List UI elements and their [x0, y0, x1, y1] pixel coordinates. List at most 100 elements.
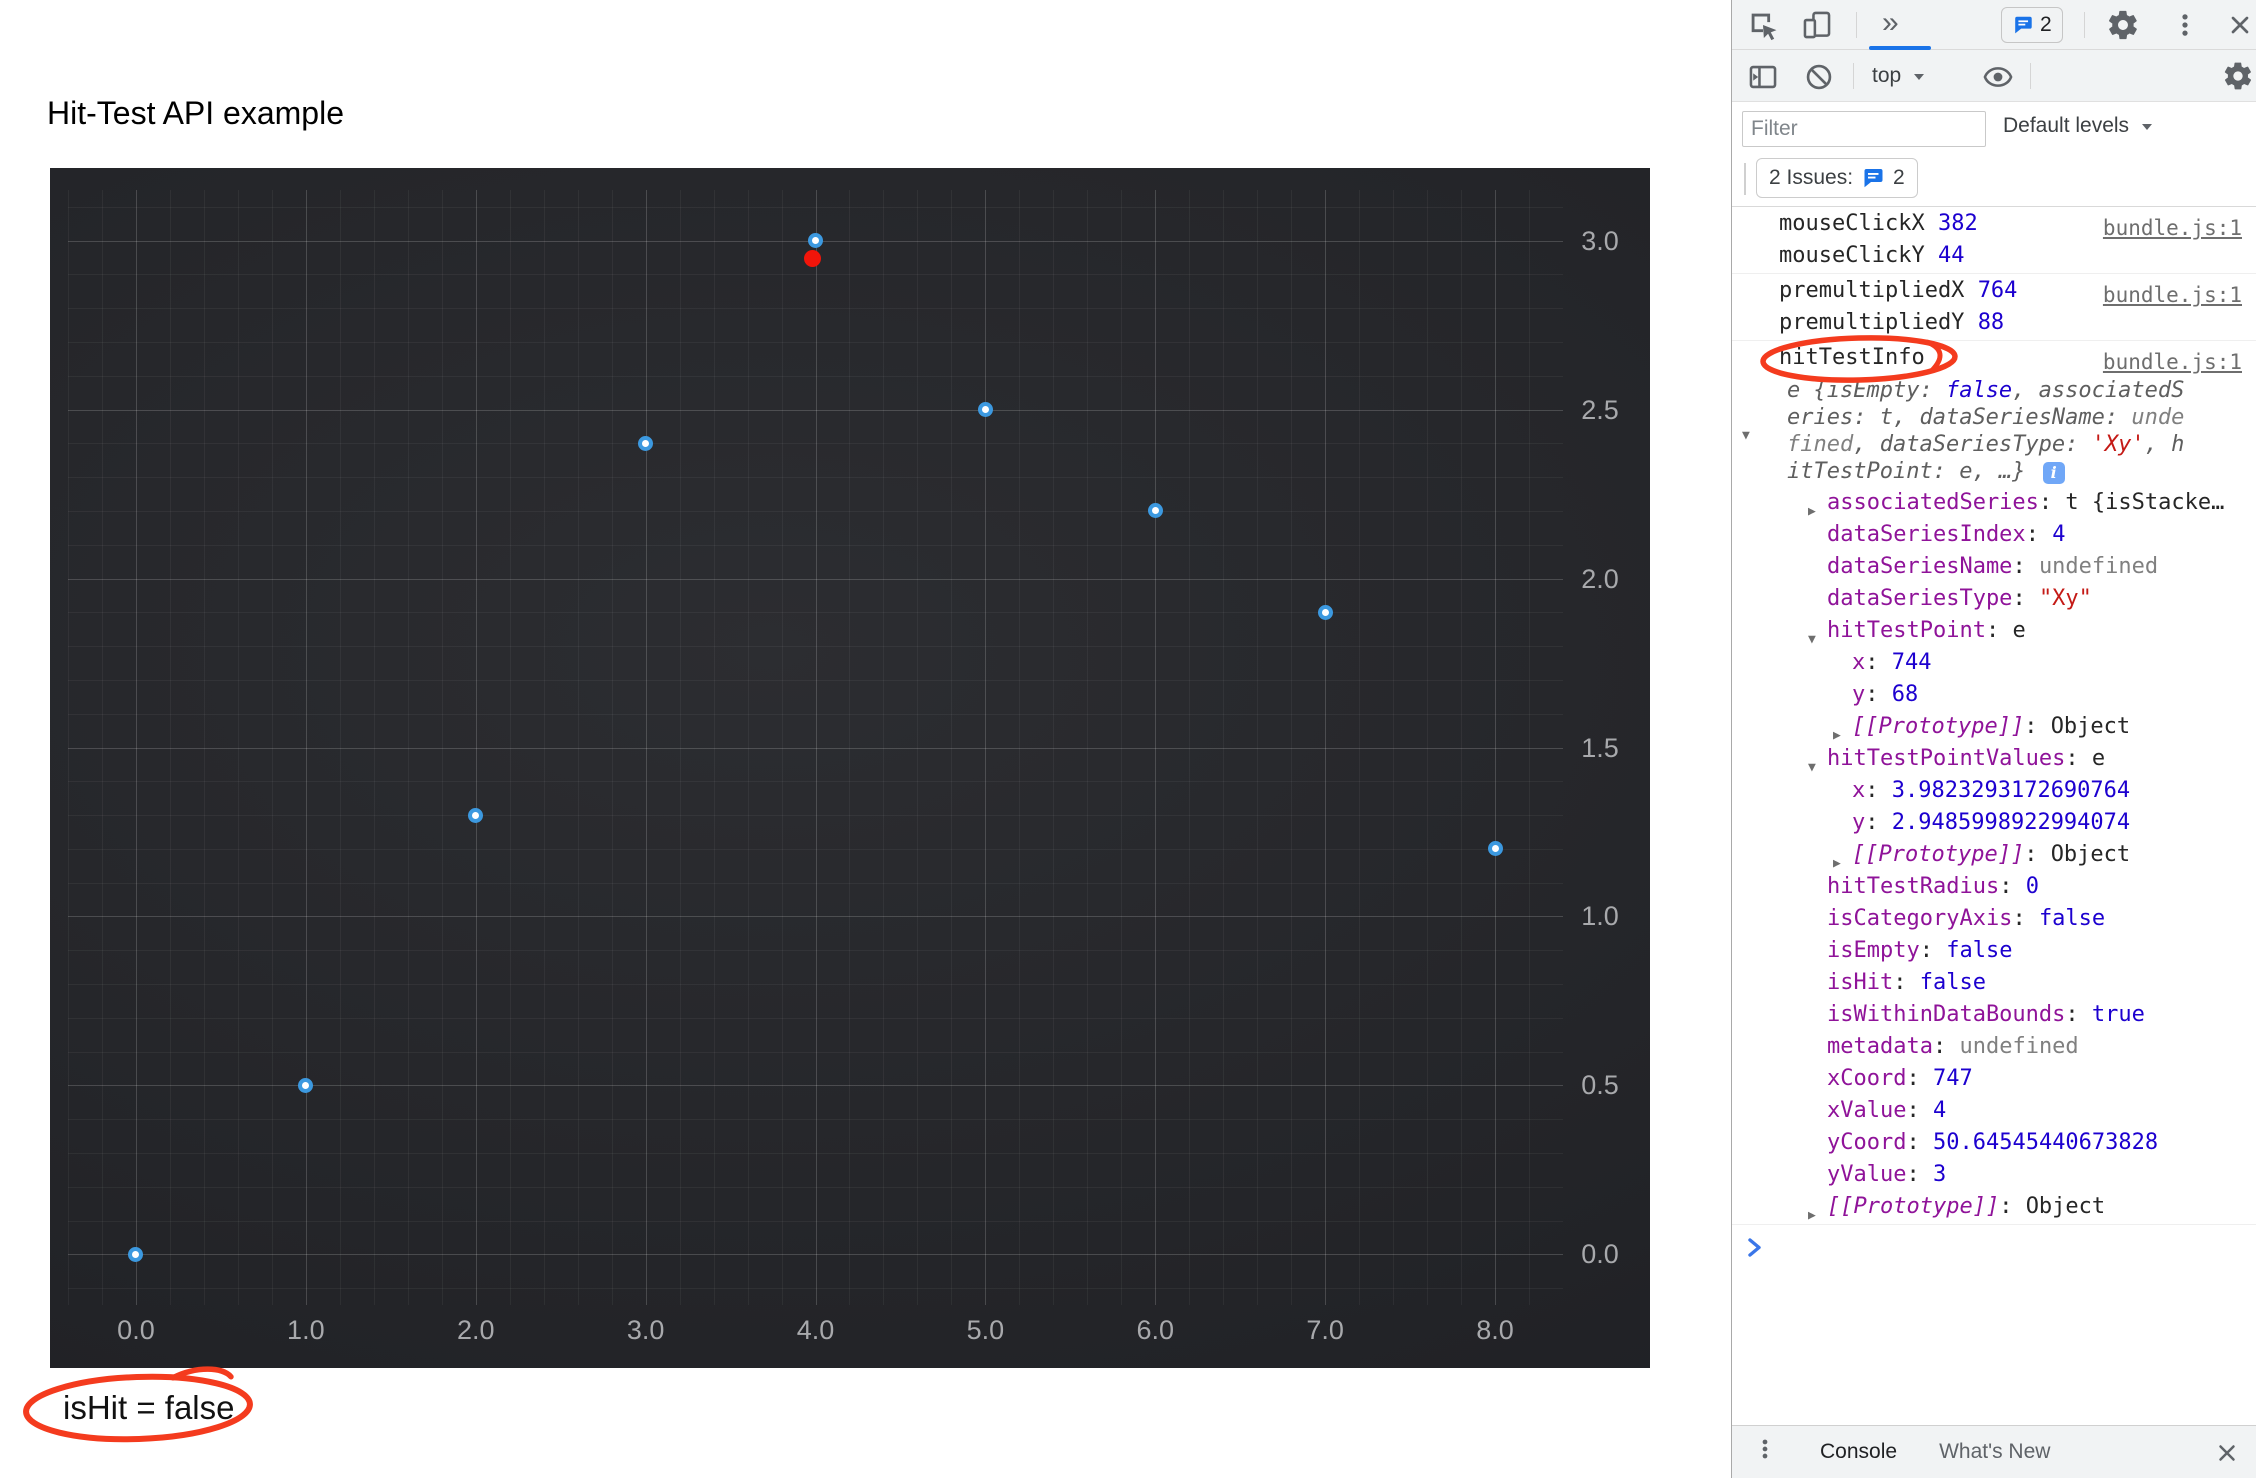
console-text: 747: [1932, 1066, 1973, 1091]
console-text: undefined: [1959, 1034, 2079, 1059]
data-point[interactable]: [1147, 503, 1163, 519]
console-text: :: [1919, 938, 1947, 963]
gridline-major: [68, 916, 1563, 918]
console-text: :: [2012, 906, 2039, 931]
chart-plot-area[interactable]: [68, 190, 1563, 1305]
drawer-kebab-menu-icon[interactable]: [1752, 1436, 1778, 1468]
data-point[interactable]: [128, 1246, 144, 1262]
console-text: :: [1865, 650, 1892, 675]
info-icon[interactable]: i: [2042, 462, 2065, 484]
console-text: 764: [1977, 278, 2018, 303]
console-text: xValue: [1827, 1098, 1907, 1123]
x-tick-label: 4.0: [796, 1315, 835, 1345]
console-text: , …}: [1972, 459, 2039, 484]
kebab-menu-icon[interactable]: [2170, 10, 2200, 46]
data-point[interactable]: [468, 807, 484, 823]
console-text: :: [1865, 810, 1892, 835]
console-text: dataSeriesName: [1827, 554, 2013, 579]
hit-test-marker[interactable]: [803, 249, 821, 267]
console-settings-gear-icon[interactable]: [2222, 60, 2254, 98]
console-text: :: [2025, 522, 2053, 547]
console-text: :: [1865, 682, 1892, 707]
issues-bubble-icon: [2015, 16, 2032, 34]
console-sidebar-toggle-icon[interactable]: [1746, 60, 1780, 100]
drawer-tab-console[interactable]: Console: [1820, 1440, 1897, 1464]
console-text: x: [1852, 778, 1866, 803]
console-text: :: [1893, 970, 1920, 995]
separator: [2030, 63, 2031, 89]
console-text: :: [1906, 1066, 1933, 1091]
console-row: ▶ [[Prototype]]: Object: [1732, 1191, 2256, 1223]
console-text: e: [1959, 459, 1973, 484]
drawer-close-icon[interactable]: [2214, 1440, 2240, 1472]
clear-console-icon[interactable]: [1803, 61, 1835, 99]
chevron-down-icon: [1914, 74, 1925, 80]
data-point[interactable]: [808, 233, 823, 249]
log-levels-dropdown[interactable]: Default levels: [2003, 102, 2152, 150]
data-point[interactable]: [977, 402, 993, 418]
y-tick-label: 3.0: [1581, 225, 1619, 256]
console-row: yCoord: 50.64545440673828: [1732, 1127, 2256, 1159]
y-tick-label: 1.5: [1581, 732, 1619, 763]
console-text: false: [1919, 970, 1986, 995]
data-point[interactable]: [1487, 841, 1503, 857]
console-text: [[Prototype]]: [1852, 842, 2025, 867]
prompt-chevron-icon: [1748, 1238, 1761, 1257]
console-text: 88: [1977, 310, 2005, 335]
console-text: mouseClickY: [1779, 243, 1938, 268]
console-text: 'Xy': [2091, 432, 2145, 457]
close-devtools-icon[interactable]: [2226, 11, 2254, 45]
console-text: yCoord: [1827, 1130, 1907, 1155]
console-text: :: [1932, 1034, 1960, 1059]
console-row: ▶ [[Prototype]]: Object: [1732, 839, 2256, 871]
issues-counter-button[interactable]: 2: [2001, 7, 2063, 43]
gridline-major: [68, 578, 1563, 580]
data-point[interactable]: [1317, 604, 1333, 620]
console-text: hitTestRadius: [1827, 874, 2000, 899]
settings-gear-icon[interactable]: [2106, 8, 2140, 48]
issues-bar: 2 Issues: 2: [1732, 150, 2256, 207]
y-tick-label: 1.0: [1581, 901, 1619, 932]
x-tick-label: 3.0: [626, 1315, 665, 1345]
context-selector[interactable]: top: [1872, 50, 1925, 102]
gridline-major: [68, 747, 1563, 749]
device-toolbar-icon[interactable]: [1800, 8, 1834, 48]
console-text: premultipliedX: [1779, 278, 1978, 303]
live-expression-eye-icon[interactable]: [1982, 61, 2014, 99]
separator: [1853, 63, 1854, 89]
console-row: premultipliedY 88: [1732, 307, 2256, 339]
console-text: t: [1879, 405, 1893, 430]
separator: [1856, 12, 1857, 38]
data-point[interactable]: [638, 435, 654, 451]
console-text: 382: [1937, 211, 1978, 236]
drawer-tab-whats-new[interactable]: What's New: [1939, 1440, 2050, 1464]
issues-badge-button[interactable]: 2 Issues: 2: [1756, 158, 1918, 198]
console-text: xCoord: [1827, 1066, 1907, 1091]
console-row: dataSeriesType: "Xy": [1732, 583, 2256, 615]
console-text: [[Prototype]]: [1827, 1194, 2000, 1219]
inspect-element-icon[interactable]: [1746, 8, 1780, 48]
console-prompt[interactable]: [1732, 1225, 2256, 1267]
console-text: y: [1852, 810, 1866, 835]
console-row: x: 744: [1732, 647, 2256, 679]
console-row: y: 68: [1732, 679, 2256, 711]
console-text: :: [1906, 1162, 1933, 1187]
filter-input[interactable]: [1742, 111, 1986, 147]
console-row: x: 3.9823293172690764: [1732, 775, 2256, 807]
issues-bubble-icon: [1864, 169, 1883, 188]
console-row: metadata: undefined: [1732, 1031, 2256, 1063]
console-text: Object: [2050, 714, 2131, 739]
console-text: , dataSeriesName:: [1892, 405, 2132, 430]
console-text: "Xy": [2038, 586, 2092, 611]
chevron-down-icon: [2141, 124, 2152, 130]
console-text: [[Prototype]]: [1852, 714, 2025, 739]
drawer-tab-bar: Console What's New: [1732, 1425, 2256, 1478]
gridline-major: [68, 1085, 1563, 1087]
console-text: :: [2065, 746, 2092, 771]
more-tabs-icon[interactable]: »: [1882, 6, 1899, 40]
scichart-surface[interactable]: 0.0 1.0 2.0 3.0 4.0 5.0 6.0 7.0 8.0 3.0 2.5 2.0 1.5…: [50, 168, 1650, 1368]
data-point[interactable]: [298, 1077, 314, 1093]
collapse-arrow[interactable]: ▼: [1742, 420, 1750, 452]
object-preview: e {isEmpty: false, associatedSeries: t, …: [1787, 374, 2198, 487]
console-text: dataSeriesIndex: [1827, 522, 2026, 547]
